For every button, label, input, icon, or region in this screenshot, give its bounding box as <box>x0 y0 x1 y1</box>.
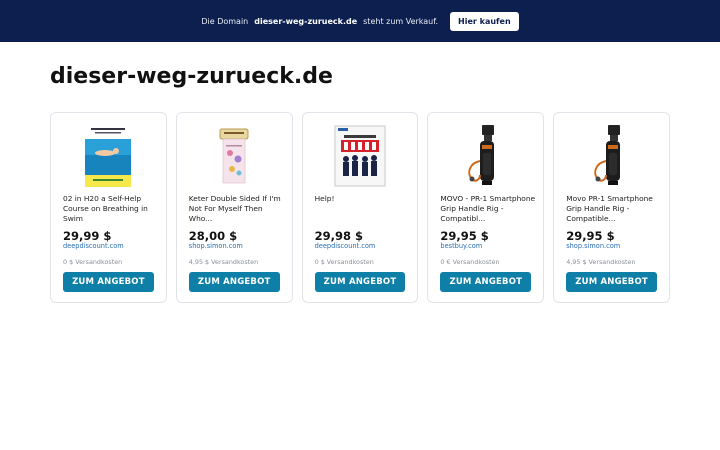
camera-grip-icon <box>593 125 620 185</box>
product-price: 29,98 $ <box>314 229 363 243</box>
product-price: 29,95 $ <box>440 229 489 243</box>
shop-link[interactable]: deepdiscount.com <box>315 242 376 250</box>
offer-button[interactable]: ZUM ANGEBOT <box>63 272 154 292</box>
product-price: 29,99 $ <box>63 229 112 243</box>
offer-button[interactable]: ZUM ANGEBOT <box>314 272 406 292</box>
product-card: Help! 29,98 $ deepdiscount.com 0 $ Versa… <box>301 112 419 303</box>
product-card: MOVO - PR-1 Smartphone Grip Handle Rig -… <box>427 112 545 303</box>
product-image[interactable] <box>51 125 166 187</box>
buy-domain-button[interactable]: Hier kaufen <box>450 11 519 31</box>
product-image[interactable] <box>554 125 669 187</box>
shipping-cost: 4,95 $ Versandkosten <box>188 258 259 266</box>
shipping-cost: 0 $ Versandkosten <box>63 258 123 266</box>
domain-sale-banner: Die Domain dieser-weg-zurueck.de steht z… <box>0 0 720 42</box>
product-card: 02 in H20 a Self-Help Course on Breathin… <box>50 112 167 303</box>
shipping-cost: 0 € Versandkosten <box>440 258 500 266</box>
banner-prefix: Die Domain <box>201 16 249 26</box>
product-title[interactable]: Movo PR-1 Smartphone Grip Handle Rig - C… <box>566 194 661 224</box>
product-price: 29,95 $ <box>566 229 615 243</box>
offer-button[interactable]: ZUM ANGEBOT <box>440 272 532 292</box>
swimmer-book-cover-icon <box>85 125 132 187</box>
page-title: dieser-weg-zurueck.de <box>50 64 333 89</box>
product-list: 02 in H20 a Self-Help Course on Breathin… <box>50 112 670 303</box>
product-card: Keter Double Sided If I'm Not For Myself… <box>175 112 293 303</box>
shop-link[interactable]: bestbuy.com <box>440 242 482 250</box>
album-cover-icon <box>334 125 386 187</box>
product-image[interactable] <box>428 125 543 187</box>
product-title[interactable]: Keter Double Sided If I'm Not For Myself… <box>189 194 284 224</box>
decorative-card-icon <box>219 128 249 184</box>
product-image[interactable] <box>303 125 418 187</box>
product-price: 28,00 $ <box>188 229 238 243</box>
shipping-cost: 0 $ Versandkosten <box>314 258 374 266</box>
product-title[interactable]: MOVO - PR-1 Smartphone Grip Handle Rig -… <box>440 194 535 224</box>
product-title[interactable]: Help! <box>315 194 410 204</box>
offer-button[interactable]: ZUM ANGEBOT <box>566 272 657 292</box>
product-card: Movo PR-1 Smartphone Grip Handle Rig - C… <box>553 112 670 303</box>
product-image[interactable] <box>177 125 292 187</box>
shipping-cost: 4,95 $ Versandkosten <box>566 258 636 266</box>
shop-link[interactable]: deepdiscount.com <box>63 242 124 250</box>
banner-domain: dieser-weg-zurueck.de <box>254 16 358 26</box>
shop-link[interactable]: shop.simon.com <box>189 242 243 250</box>
product-title[interactable]: 02 in H20 a Self-Help Course on Breathin… <box>63 194 158 224</box>
offer-button[interactable]: ZUM ANGEBOT <box>188 272 280 292</box>
camera-grip-icon <box>468 125 494 185</box>
banner-suffix: steht zum Verkauf. <box>363 16 439 26</box>
shop-link[interactable]: shop.simon.com <box>566 242 620 250</box>
